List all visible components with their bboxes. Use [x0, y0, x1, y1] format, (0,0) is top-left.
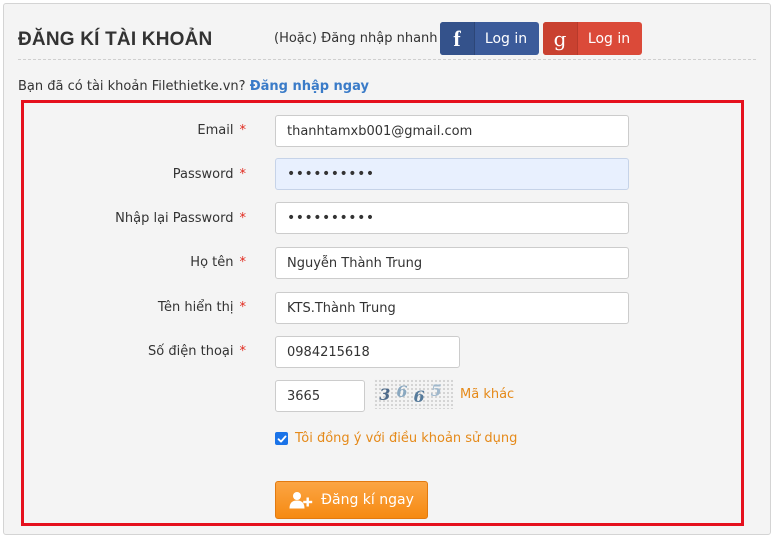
facebook-login-label: Log in [484, 30, 528, 47]
login-now-link[interactable]: Đăng nhập ngay [250, 79, 369, 94]
required-mark: * [239, 211, 247, 226]
password-label: Password * [173, 167, 246, 182]
phone-label: Số điện thoại * [148, 344, 246, 359]
captcha-input[interactable]: 3665 [275, 380, 365, 412]
terms-agreement: Tôi đồng ý với điều khoản sử dụng [275, 431, 517, 446]
phone-label-text: Số điện thoại [148, 344, 234, 359]
phone-field[interactable]: 0984215618 [275, 336, 460, 368]
register-button[interactable]: Đăng kí ngay [275, 481, 428, 519]
header-divider [18, 59, 756, 60]
required-mark: * [239, 300, 247, 315]
captcha-image: 3665 [374, 379, 453, 409]
captcha-char: 3 [379, 384, 397, 404]
display-name-label: Tên hiển thị * [158, 300, 246, 315]
facebook-icon: f [440, 22, 475, 55]
confirm-password-label: Nhập lại Password * [115, 211, 246, 226]
display-name-label-text: Tên hiển thị [157, 300, 234, 315]
phone-value: 0984215618 [287, 344, 370, 360]
email-value: thanhtamxb001@gmail.com [287, 123, 473, 139]
required-mark: * [239, 123, 247, 138]
checkmark-icon [277, 435, 286, 442]
confirm-password-field[interactable]: •••••••••• [275, 202, 629, 234]
confirm-password-value: •••••••••• [287, 210, 375, 226]
google-login-button[interactable]: g Log in [543, 22, 642, 55]
login-prompt: Bạn đã có tài khoản Filethietke.vn? Đăng… [18, 79, 369, 94]
google-icon: g [543, 22, 578, 55]
display-name-field[interactable]: KTS.Thành Trung [275, 292, 629, 324]
page-title: ĐĂNG KÍ TÀI KHOẢN [18, 29, 213, 50]
fullname-field[interactable]: Nguyễn Thành Trung [275, 247, 629, 279]
fullname-label: Họ tên * [190, 255, 246, 270]
login-prompt-text: Bạn đã có tài khoản Filethietke.vn? [18, 79, 246, 94]
display-name-value: KTS.Thành Trung [287, 300, 396, 316]
password-value: •••••••••• [287, 166, 375, 182]
terms-checkbox[interactable] [275, 432, 288, 445]
required-mark: * [239, 255, 247, 270]
password-field[interactable]: •••••••••• [275, 158, 629, 190]
facebook-login-button[interactable]: f Log in [440, 22, 539, 55]
captcha-value: 3665 [287, 388, 321, 404]
required-mark: * [239, 167, 247, 182]
captcha-char: 5 [430, 380, 448, 400]
terms-text: Tôi đồng ý với điều khoản sử dụng [295, 431, 518, 446]
refresh-captcha-link[interactable]: Mã khác [460, 387, 514, 402]
add-user-icon [289, 492, 313, 509]
quick-login-text: (Hoặc) Đăng nhập nhanh [274, 31, 438, 46]
email-label-text: Email [197, 123, 234, 138]
captcha-char: 6 [413, 386, 431, 406]
google-login-label: Log in [587, 30, 631, 47]
password-label-text: Password [172, 167, 234, 182]
fullname-value: Nguyễn Thành Trung [287, 255, 423, 271]
confirm-password-label-text: Nhập lại Password [115, 211, 234, 226]
register-button-label: Đăng kí ngay [321, 492, 414, 508]
email-field[interactable]: thanhtamxb001@gmail.com [275, 115, 629, 147]
required-mark: * [239, 344, 247, 359]
fullname-label-text: Họ tên [190, 255, 234, 270]
email-label: Email * [197, 123, 246, 138]
captcha-char: 6 [396, 381, 414, 401]
